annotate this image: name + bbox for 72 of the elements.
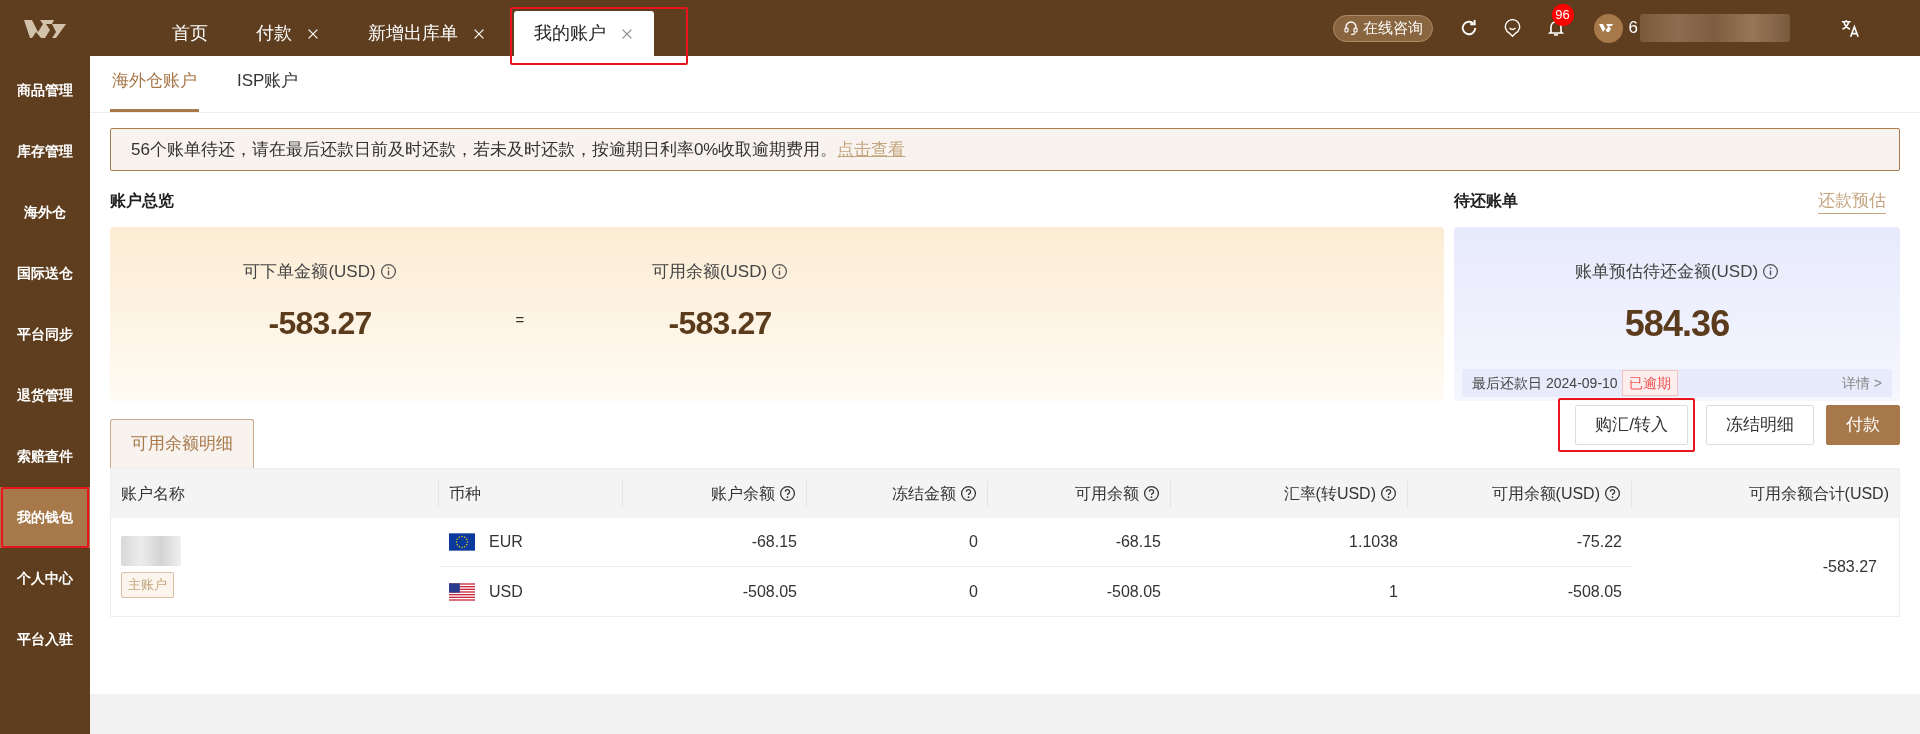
stat-value: -583.27 (268, 303, 372, 343)
pay-button[interactable]: 付款 (1826, 405, 1900, 445)
bill-amount: 584.36 (1624, 301, 1730, 346)
help-icon (960, 485, 977, 502)
stat-label: 账单预估待还金额(USD) (1574, 261, 1759, 283)
action-button[interactable]: 购汇/转入 (1575, 405, 1688, 445)
main-account-badge: 主账户 (121, 572, 174, 598)
help-icon (1604, 485, 1621, 502)
sidebar-item[interactable]: 国际送仓 (0, 243, 90, 304)
account-tab[interactable]: 海外仓账户 (110, 68, 199, 112)
stat-label: 可用余额(USD) (651, 261, 768, 283)
table-cell-text: -508.05 (1106, 581, 1161, 602)
table-cell-text: -75.22 (1576, 532, 1622, 552)
table-cell-text: EUR (489, 532, 523, 552)
info-icon (1762, 263, 1780, 281)
alert-message: 56个账单待还，请在最后还款日前及时还款，若未及时还款，按逾期日利率0%收取逾期费用。 (131, 138, 838, 161)
info-icon (379, 263, 397, 281)
table-cell-text: -508.05 (1567, 581, 1622, 602)
tab[interactable]: 首页 (152, 11, 228, 56)
redacted-block (121, 536, 181, 567)
table-cell-text: -508.05 (742, 581, 797, 602)
due-label: 最后还款日 (1472, 373, 1542, 393)
headset-icon (1342, 20, 1359, 36)
action-button[interactable]: 冻结明细 (1706, 405, 1814, 445)
table-cell-text: 1.1038 (1349, 532, 1398, 552)
column-header: 可用余额 (1075, 483, 1139, 504)
stat-value: -583.27 (668, 303, 772, 343)
sidebar-item[interactable]: 索赔查件 (0, 426, 90, 487)
table-cell-text: 1 (1389, 581, 1398, 602)
table-cell-text: 0 (969, 581, 978, 602)
table-cell-text: -68.15 (751, 532, 797, 552)
tab[interactable]: 付款 (236, 11, 340, 56)
table-cell-text: -583.27 (1822, 557, 1877, 577)
column-header: 币种 (449, 483, 481, 504)
sidebar-item[interactable]: 退货管理 (0, 365, 90, 426)
table-cell-text: USD (489, 581, 523, 602)
due-date: 2024-09-10 (1546, 373, 1618, 393)
section-title: 待还账单 (1454, 191, 1518, 211)
table-cell-text: -68.15 (1115, 532, 1161, 552)
smile-icon[interactable] (1502, 18, 1522, 38)
table-cell-text: 0 (969, 532, 978, 552)
sidebar-item[interactable]: 平台同步 (0, 304, 90, 365)
tab[interactable]: 我的账户 (514, 11, 654, 56)
help-icon (1380, 485, 1397, 502)
info-icon (771, 263, 789, 281)
consult-button[interactable]: 在线咨询 (1332, 14, 1433, 42)
tab[interactable]: 新增出库单 (348, 11, 506, 56)
logo-icon (24, 18, 66, 38)
account-tab[interactable]: ISP账户 (235, 68, 301, 112)
sidebar-item[interactable]: 个人中心 (0, 548, 90, 609)
translate-icon[interactable] (1840, 18, 1860, 38)
sidebar-item[interactable]: 库存管理 (0, 121, 90, 182)
sidebar-item[interactable]: 商品管理 (0, 60, 90, 121)
help-icon (779, 485, 796, 502)
sidebar-item[interactable]: 平台入驻 (0, 609, 90, 670)
section-title: 账户总览 (110, 191, 175, 211)
stat-label: 可下单金额(USD) (243, 261, 376, 283)
column-header: 汇率(转USD) (1283, 483, 1376, 504)
equals-sign: = (515, 310, 525, 330)
notification-badge: 96 (1551, 4, 1574, 26)
help-icon (1143, 485, 1160, 502)
column-header: 可用余额(USD) (1491, 483, 1600, 504)
overdue-badge: 已逾期 (1621, 370, 1678, 396)
column-header: 冻结金额 (892, 483, 956, 504)
detail-tab[interactable]: 可用余额明细 (110, 419, 254, 468)
sidebar-item[interactable]: 海外仓 (0, 182, 90, 243)
column-header: 账户余额 (711, 483, 775, 504)
column-header: 账户名称 (121, 483, 185, 504)
sidebar-item[interactable]: 我的钱包 (0, 487, 90, 548)
user-name[interactable]: 6 (1628, 15, 1638, 41)
column-header: 可用余额合计(USD) (1748, 483, 1889, 504)
user-avatar[interactable] (1593, 13, 1623, 43)
